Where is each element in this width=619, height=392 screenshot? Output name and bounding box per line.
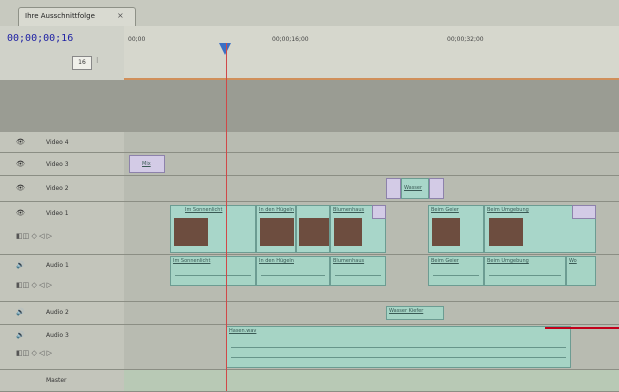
- playhead-icon[interactable]: [219, 43, 231, 55]
- clip-label: Blumenhaus: [333, 258, 365, 264]
- playhead-line[interactable]: [226, 43, 227, 391]
- track-lane-video-3[interactable]: [124, 153, 619, 176]
- track-lane-video-2[interactable]: [124, 176, 619, 202]
- waveform: [335, 275, 381, 276]
- track-name: Video 3: [46, 161, 69, 168]
- zoom-field[interactable]: 16: [72, 56, 92, 70]
- sequence-tab[interactable]: Ihre Ausschnittfolge ×: [18, 7, 136, 27]
- clip-label: Wasser: [404, 185, 423, 191]
- track-lane-audio-2[interactable]: [124, 302, 619, 325]
- video-clip[interactable]: Mix: [129, 155, 165, 173]
- waveform: [433, 275, 479, 276]
- track-name: Audio 3: [46, 332, 69, 339]
- clip-label: Blumenhaus: [333, 207, 365, 213]
- track-header-video-2[interactable]: 👁 Video 2: [0, 176, 124, 202]
- audio-clip[interactable]: Wasser Kiefer: [386, 306, 444, 320]
- track-name: Audio 2: [46, 309, 69, 316]
- video-clip[interactable]: Im Sonnenlicht: [170, 205, 256, 253]
- track-lane-video-4[interactable]: [124, 132, 619, 153]
- sequence-tab-label: Ihre Ausschnittfolge: [25, 12, 95, 20]
- track-header-audio-2[interactable]: 🔊 Audio 2: [0, 302, 124, 325]
- eye-icon[interactable]: 👁: [16, 184, 25, 192]
- track-lane-master[interactable]: [124, 370, 619, 392]
- keyframe-controls[interactable]: ◧◫ ◇ ◁ ▷: [16, 232, 52, 240]
- clip-thumbnail: [489, 218, 523, 246]
- track-header-audio-3[interactable]: 🔊 Audio 3 ◧◫ ◇ ◁ ▷: [0, 325, 124, 370]
- clip-label: Beim Umgebung: [487, 258, 529, 264]
- time-ruler[interactable]: [124, 26, 619, 80]
- track-header-video-4[interactable]: 👁 Video 4: [0, 132, 124, 153]
- clip-label: Im Sonnenlicht: [173, 258, 211, 264]
- transition-block[interactable]: [429, 178, 444, 199]
- clip-label: Wasser Kiefer: [389, 308, 424, 314]
- track-name: Video 2: [46, 185, 69, 192]
- waveform: [489, 275, 561, 276]
- clip-label: Im Sonnenlicht: [185, 207, 223, 213]
- transition-block[interactable]: [572, 205, 596, 219]
- clip-label: Beim Umgebung: [487, 207, 529, 213]
- eye-icon[interactable]: 👁: [16, 160, 25, 168]
- waveform: [175, 275, 251, 276]
- clip-label: Wo: [569, 258, 577, 264]
- transition-block[interactable]: [372, 205, 386, 219]
- audio-clip[interactable]: Hasen.wav: [226, 326, 571, 368]
- ruler-tick-label: 00;00;16;00: [272, 36, 309, 43]
- transition-block[interactable]: [386, 178, 401, 199]
- audio-clip[interactable]: Blumenhaus: [330, 256, 386, 286]
- ruler-tick-label: 00;00: [128, 36, 146, 43]
- keyframe-controls[interactable]: ◧◫ ◇ ◁ ▷: [16, 349, 52, 357]
- speaker-icon[interactable]: 🔊: [16, 261, 25, 269]
- audio-clip[interactable]: Wo: [566, 256, 596, 286]
- speaker-icon[interactable]: 🔊: [16, 308, 25, 316]
- video-clip[interactable]: Beim Geier: [428, 205, 484, 253]
- zoom-spinner-icon[interactable]: ⁝: [96, 56, 102, 68]
- clip-thumbnail: [174, 218, 208, 246]
- annotation-pointer: [545, 327, 619, 329]
- clip-label: In den Hügeln: [259, 258, 294, 264]
- eye-icon[interactable]: 👁: [16, 209, 25, 217]
- clip-label: Beim Geier: [431, 207, 459, 213]
- video-clip[interactable]: [296, 205, 330, 253]
- timecode-display[interactable]: 00;00;00;16: [7, 33, 73, 44]
- track-name: Audio 1: [46, 262, 69, 269]
- video-clip[interactable]: Wasser: [401, 178, 429, 199]
- track-name: Video 1: [46, 210, 69, 217]
- clip-label: Mix: [142, 161, 151, 167]
- clip-thumbnail: [432, 218, 460, 246]
- speaker-icon[interactable]: 🔊: [16, 331, 25, 339]
- audio-clip[interactable]: Beim Umgebung: [484, 256, 566, 286]
- close-icon[interactable]: ×: [117, 11, 124, 20]
- eye-icon[interactable]: 👁: [16, 138, 25, 146]
- clip-thumbnail: [260, 218, 294, 246]
- track-header-video-1[interactable]: 👁 Video 1 ◧◫ ◇ ◁ ▷: [0, 202, 124, 255]
- clip-thumbnail: [334, 218, 362, 246]
- clip-thumbnail: [299, 218, 329, 246]
- video-clip[interactable]: In den Hügeln: [256, 205, 296, 253]
- track-header-video-3[interactable]: 👁 Video 3: [0, 153, 124, 176]
- waveform: [231, 347, 566, 348]
- track-header-master[interactable]: Master: [0, 370, 124, 392]
- clip-label: In den Hügeln: [259, 207, 294, 213]
- clip-label: Beim Geier: [431, 258, 459, 264]
- empty-track-area: [0, 80, 619, 132]
- ruler-tick-label: 00;00;32;00: [447, 36, 484, 43]
- audio-clip[interactable]: Beim Geier: [428, 256, 484, 286]
- waveform: [261, 275, 325, 276]
- clip-label: Hasen.wav: [229, 328, 257, 334]
- waveform: [231, 357, 566, 358]
- track-header-audio-1[interactable]: 🔊 Audio 1 ◧◫ ◇ ◁ ▷: [0, 255, 124, 302]
- track-name: Video 4: [46, 139, 69, 146]
- track-name: Master: [46, 377, 67, 384]
- audio-clip[interactable]: Im Sonnenlicht: [170, 256, 256, 286]
- audio-clip[interactable]: In den Hügeln: [256, 256, 330, 286]
- keyframe-controls[interactable]: ◧◫ ◇ ◁ ▷: [16, 281, 52, 289]
